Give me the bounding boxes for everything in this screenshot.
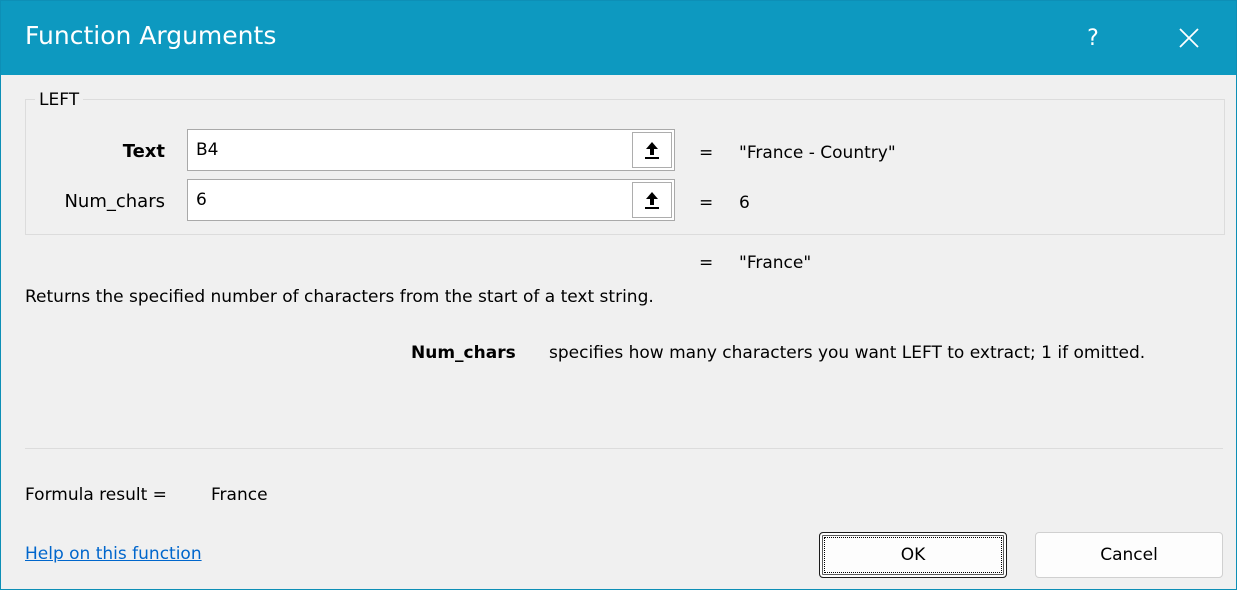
help-on-function-link[interactable]: Help on this function [25, 544, 202, 564]
text-input-value: B4 [196, 140, 219, 160]
dialog-title: Function Arguments [25, 21, 277, 50]
function-arguments-dialog: Function Arguments ? LEFT Text B4 = "Fra… [0, 0, 1237, 590]
num-chars-input-value: 6 [196, 190, 207, 210]
equals-sign: = [699, 253, 714, 273]
collapse-dialog-button-text[interactable] [632, 132, 672, 168]
focus-ring [824, 537, 1002, 573]
formula-result-value: France [211, 485, 268, 505]
text-evaluated-value: "France - Country" [739, 143, 896, 163]
upload-arrow-icon [645, 192, 659, 209]
text-input[interactable]: B4 [187, 129, 675, 171]
cancel-button-label: Cancel [1100, 545, 1158, 565]
arg-label-text: Text [122, 141, 165, 162]
ok-button[interactable]: OK [819, 532, 1007, 578]
divider [25, 448, 1223, 449]
num-chars-input[interactable]: 6 [187, 179, 675, 221]
equals-sign: = [699, 143, 714, 163]
cancel-button[interactable]: Cancel [1035, 532, 1223, 578]
argument-help-text: specifies how many characters you want L… [549, 343, 1146, 363]
function-description: Returns the specified number of characte… [25, 287, 654, 307]
collapse-dialog-button-num-chars[interactable] [632, 182, 672, 218]
close-button[interactable] [1159, 1, 1219, 75]
num-chars-evaluated-value: 6 [739, 193, 750, 213]
help-button[interactable]: ? [1063, 1, 1123, 75]
arg-label-num-chars: Num_chars [64, 191, 165, 212]
upload-arrow-icon [645, 142, 659, 159]
close-icon [1179, 28, 1199, 48]
argument-help-name: Num_chars [411, 343, 516, 363]
function-name-label: LEFT [35, 90, 84, 110]
question-mark-icon: ? [1087, 25, 1099, 51]
formula-result-label: Formula result = [25, 485, 167, 505]
equals-sign: = [699, 193, 714, 213]
title-bar[interactable]: Function Arguments ? [1, 1, 1236, 75]
result-preview: "France" [739, 253, 812, 273]
